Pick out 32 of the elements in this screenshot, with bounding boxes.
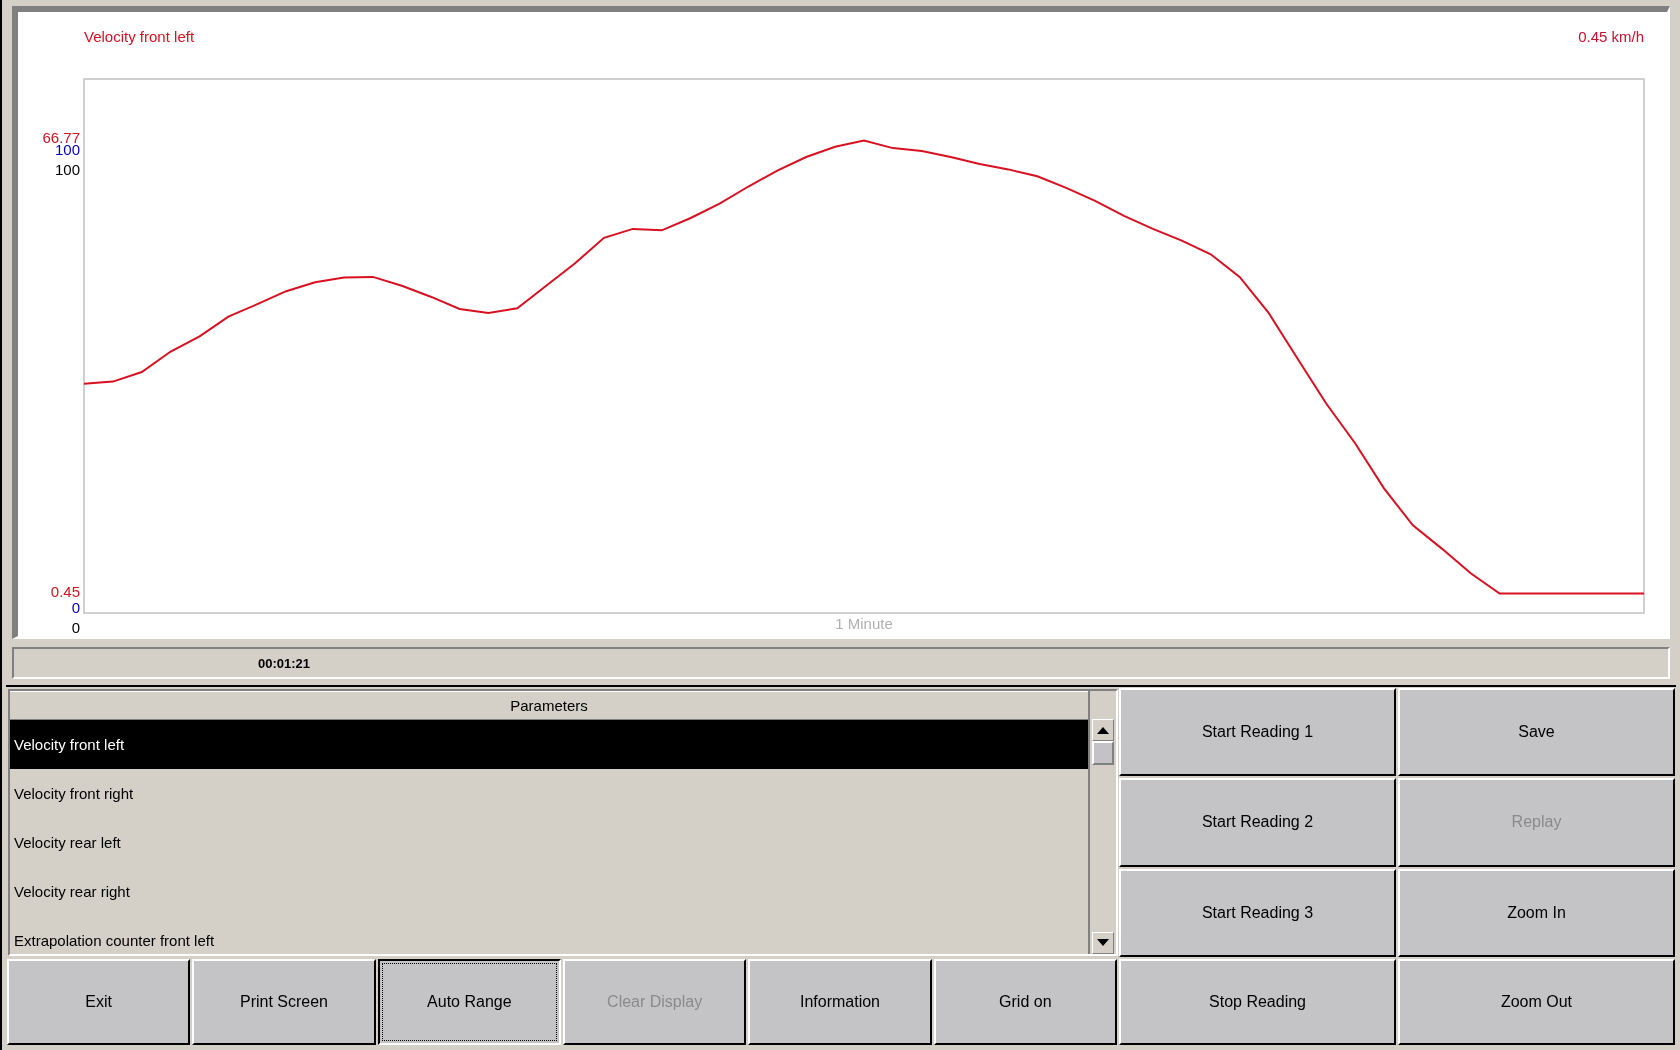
x-axis-label: 1 Minute bbox=[835, 615, 893, 632]
side-button[interactable]: Start Reading 1 bbox=[1119, 688, 1396, 777]
y-axis-tick-label: 0.45 bbox=[50, 583, 80, 601]
side-button[interactable]: Start Reading 3 bbox=[1119, 868, 1396, 957]
parameter-item[interactable]: Velocity front left bbox=[10, 720, 1088, 769]
up-arrow-icon bbox=[1097, 726, 1109, 734]
scale-max-label: 100 bbox=[54, 161, 80, 179]
parameter-item[interactable]: Velocity rear right bbox=[10, 867, 1088, 916]
side-button[interactable]: Save bbox=[1398, 688, 1675, 777]
toolbar-button[interactable]: Print Screen bbox=[192, 959, 376, 1045]
side-button[interactable]: Zoom In bbox=[1398, 868, 1675, 957]
toolbar-button[interactable]: Auto Range bbox=[377, 959, 561, 1045]
side-button[interactable]: Start Reading 2 bbox=[1119, 778, 1396, 867]
toolbar-button[interactable]: Stop Reading bbox=[1119, 959, 1396, 1045]
scale-min-label: 0 bbox=[71, 619, 80, 636]
list-header: Parameters bbox=[10, 691, 1088, 720]
scrollbar[interactable] bbox=[1088, 691, 1116, 954]
parameter-item[interactable]: Velocity rear left bbox=[10, 818, 1088, 867]
toolbar-button[interactable]: Zoom Out bbox=[1398, 959, 1675, 1045]
series-name: Velocity front left bbox=[84, 28, 195, 45]
current-reading: 0.45 km/h bbox=[1578, 28, 1644, 45]
scale-min-label: 0 bbox=[71, 599, 80, 617]
toolbar-button[interactable]: Information bbox=[748, 959, 932, 1045]
toolbar-button[interactable]: Grid on bbox=[933, 959, 1117, 1045]
scroll-down-button[interactable] bbox=[1092, 932, 1114, 954]
scroll-thumb[interactable] bbox=[1092, 741, 1114, 765]
scroll-up-button[interactable] bbox=[1092, 719, 1114, 741]
elapsed-time: 00:01:21 bbox=[258, 655, 311, 671]
parameter-item[interactable]: Extrapolation counter front left bbox=[10, 916, 1088, 954]
parameter-item[interactable]: Velocity front right bbox=[10, 769, 1088, 818]
down-arrow-icon bbox=[1097, 939, 1109, 947]
toolbar-button[interactable]: Exit bbox=[7, 959, 191, 1045]
